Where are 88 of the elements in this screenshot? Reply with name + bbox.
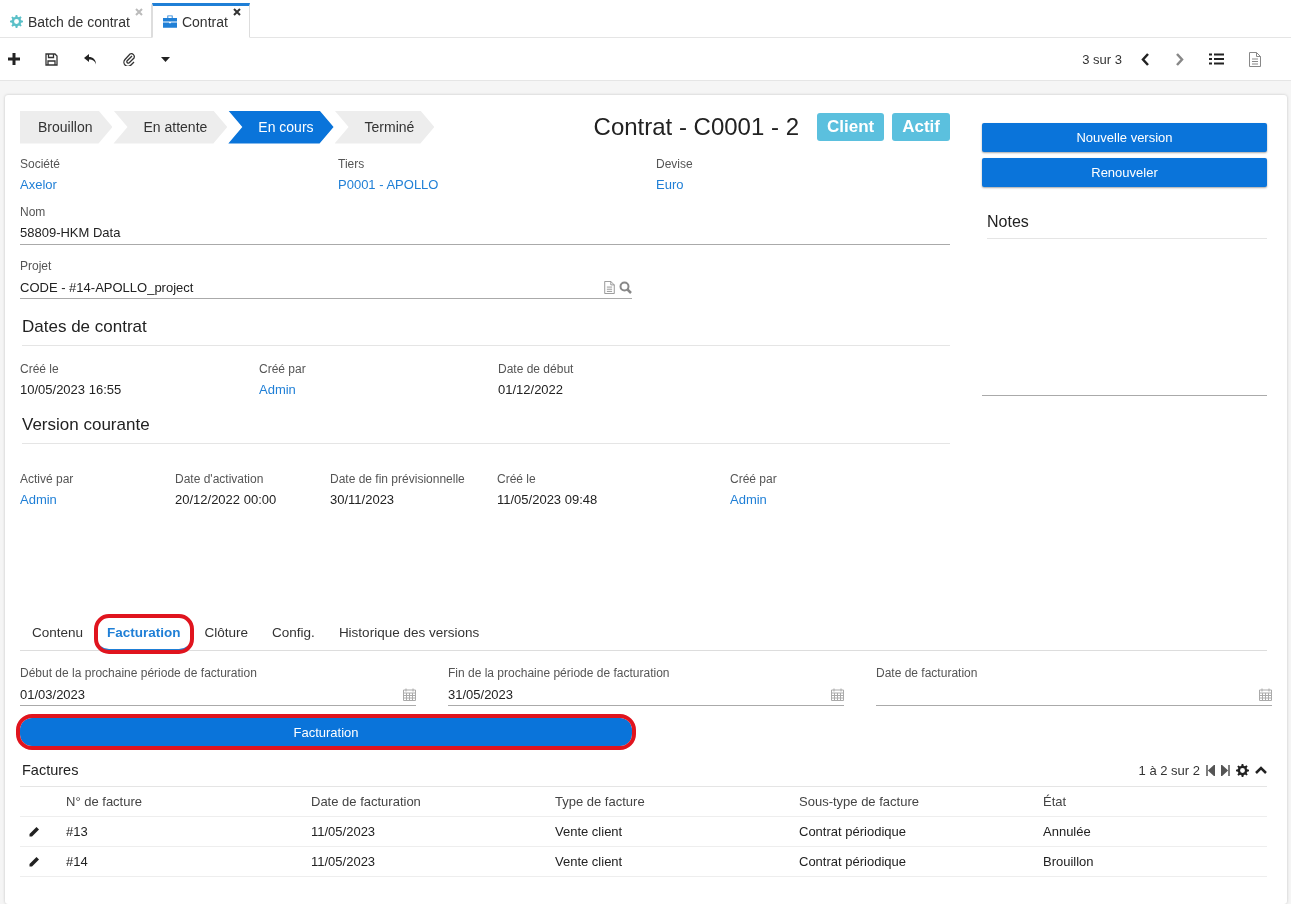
action-button[interactable]: Renouveler xyxy=(982,158,1267,187)
form-tab[interactable]: Clôture xyxy=(194,617,259,650)
gear-icon xyxy=(10,15,23,28)
field-label: Créé par xyxy=(259,362,307,376)
field-label: Nom xyxy=(20,205,47,219)
table-cell-text: Vente client xyxy=(555,824,624,839)
status-tag: Client xyxy=(817,113,885,141)
status-tag: Actif xyxy=(892,113,950,141)
record-title: Contrat - C0001 - 2 xyxy=(593,113,799,141)
table-cell-text: Contrat périodique xyxy=(799,824,907,839)
list-icon[interactable] xyxy=(1209,53,1224,65)
document-icon[interactable] xyxy=(1249,51,1261,67)
field-label: Tiers xyxy=(338,157,366,171)
table-cell-text: #14 xyxy=(66,854,89,869)
table-cell-text: 11/05/2023 xyxy=(311,824,377,839)
status-step[interactable]: Terminé xyxy=(334,110,435,144)
field-link[interactable]: Admin xyxy=(20,492,175,507)
field-link[interactable]: Admin xyxy=(730,492,950,507)
collapse-icon[interactable] xyxy=(1255,766,1267,774)
add-icon[interactable] xyxy=(8,53,20,65)
section-title: Version courante xyxy=(22,415,950,444)
table-cell-text: Annulée xyxy=(1043,824,1092,839)
field-label: Devise xyxy=(656,157,694,171)
paperclip-icon[interactable] xyxy=(123,52,136,66)
next-icon[interactable] xyxy=(1175,52,1184,66)
column-header[interactable]: État xyxy=(1043,794,1267,809)
close-icon[interactable] xyxy=(232,8,241,16)
list-pager: 1 à 2 sur 2 xyxy=(1138,762,1200,778)
form-tab[interactable]: Historique des versions xyxy=(328,617,490,650)
field-label: Date d'activation xyxy=(175,472,265,486)
window-tab[interactable]: Contrat xyxy=(151,3,250,38)
caret-icon[interactable] xyxy=(161,56,170,62)
table-cell-text: #13 xyxy=(66,824,89,839)
field-label: Créé par xyxy=(730,472,778,486)
field-label: Date de début xyxy=(498,362,575,376)
action-button[interactable]: Nouvelle version xyxy=(982,123,1267,152)
field-link[interactable]: Admin xyxy=(259,382,498,397)
field-value: 20/12/2022 00:00 xyxy=(175,492,278,507)
status-step[interactable]: En attente xyxy=(113,110,228,144)
column-header[interactable]: N° de facture xyxy=(66,794,311,809)
form-tab[interactable]: Facturation xyxy=(97,617,191,651)
previous-icon[interactable] xyxy=(1141,52,1150,66)
pencil-icon[interactable] xyxy=(28,855,40,868)
name-field[interactable]: 58809-HKM Data xyxy=(20,225,950,245)
column-header[interactable]: Sous-type de facture xyxy=(799,794,1043,809)
search-icon[interactable] xyxy=(619,280,632,294)
field-value: 11/05/2023 09:48 xyxy=(497,492,599,507)
document-icon[interactable] xyxy=(604,280,615,294)
pencil-icon[interactable] xyxy=(28,825,40,838)
field-value: 01/12/2022 xyxy=(498,382,565,397)
status-step[interactable]: Brouillon xyxy=(20,110,113,144)
field-label: Projet xyxy=(20,259,53,273)
notes-title: Notes xyxy=(987,213,1267,239)
field-link[interactable]: Axelor xyxy=(20,177,338,192)
table-cell-text: Contrat périodique xyxy=(799,854,907,869)
field-label: Fin de la prochaine période de facturation xyxy=(448,666,671,680)
last-page-icon[interactable] xyxy=(1221,764,1230,776)
field-label: Créé le xyxy=(20,362,60,376)
briefcase-icon xyxy=(162,15,177,28)
record-pager: 3 sur 3 xyxy=(1082,51,1122,67)
field-value: 30/11/2023 xyxy=(330,492,396,507)
field-label: Début de la prochaine période de facturation xyxy=(20,666,258,680)
field-label: Date de facturation xyxy=(876,666,979,680)
field-label: Société xyxy=(20,157,62,171)
undo-icon[interactable] xyxy=(83,52,98,66)
field-label: Date de fin prévisionnelle xyxy=(330,472,466,486)
field-label: Activé par xyxy=(20,472,75,486)
form-tab[interactable]: Contenu xyxy=(22,617,94,650)
table-cell-text: Brouillon xyxy=(1043,854,1095,869)
window-tab[interactable]: Batch de contrat xyxy=(0,3,152,38)
panel-title: Factures xyxy=(22,762,79,778)
field-value: 10/05/2023 16:55 xyxy=(20,382,123,397)
table-cell-text: Vente client xyxy=(555,854,624,869)
first-page-icon[interactable] xyxy=(1206,764,1215,776)
date-field[interactable]: 31/05/2023 xyxy=(448,686,514,702)
settings-icon[interactable] xyxy=(1236,763,1249,777)
date-field[interactable]: 01/03/2023 xyxy=(20,686,86,702)
field-link[interactable]: P0001 - APOLLO xyxy=(338,177,656,192)
column-header[interactable]: Type de facture xyxy=(555,794,799,809)
section-title: Dates de contrat xyxy=(22,317,950,346)
form-tab[interactable]: Config. xyxy=(262,617,325,650)
field-label: Créé le xyxy=(497,472,537,486)
table-cell-text: 11/05/2023 xyxy=(311,854,377,869)
status-step[interactable]: En cours xyxy=(228,110,334,144)
save-icon[interactable] xyxy=(45,52,58,66)
project-field[interactable]: CODE - #14-APOLLO_project xyxy=(20,279,194,295)
field-link[interactable]: Euro xyxy=(656,177,950,192)
column-header[interactable]: Date de facturation xyxy=(311,794,555,809)
